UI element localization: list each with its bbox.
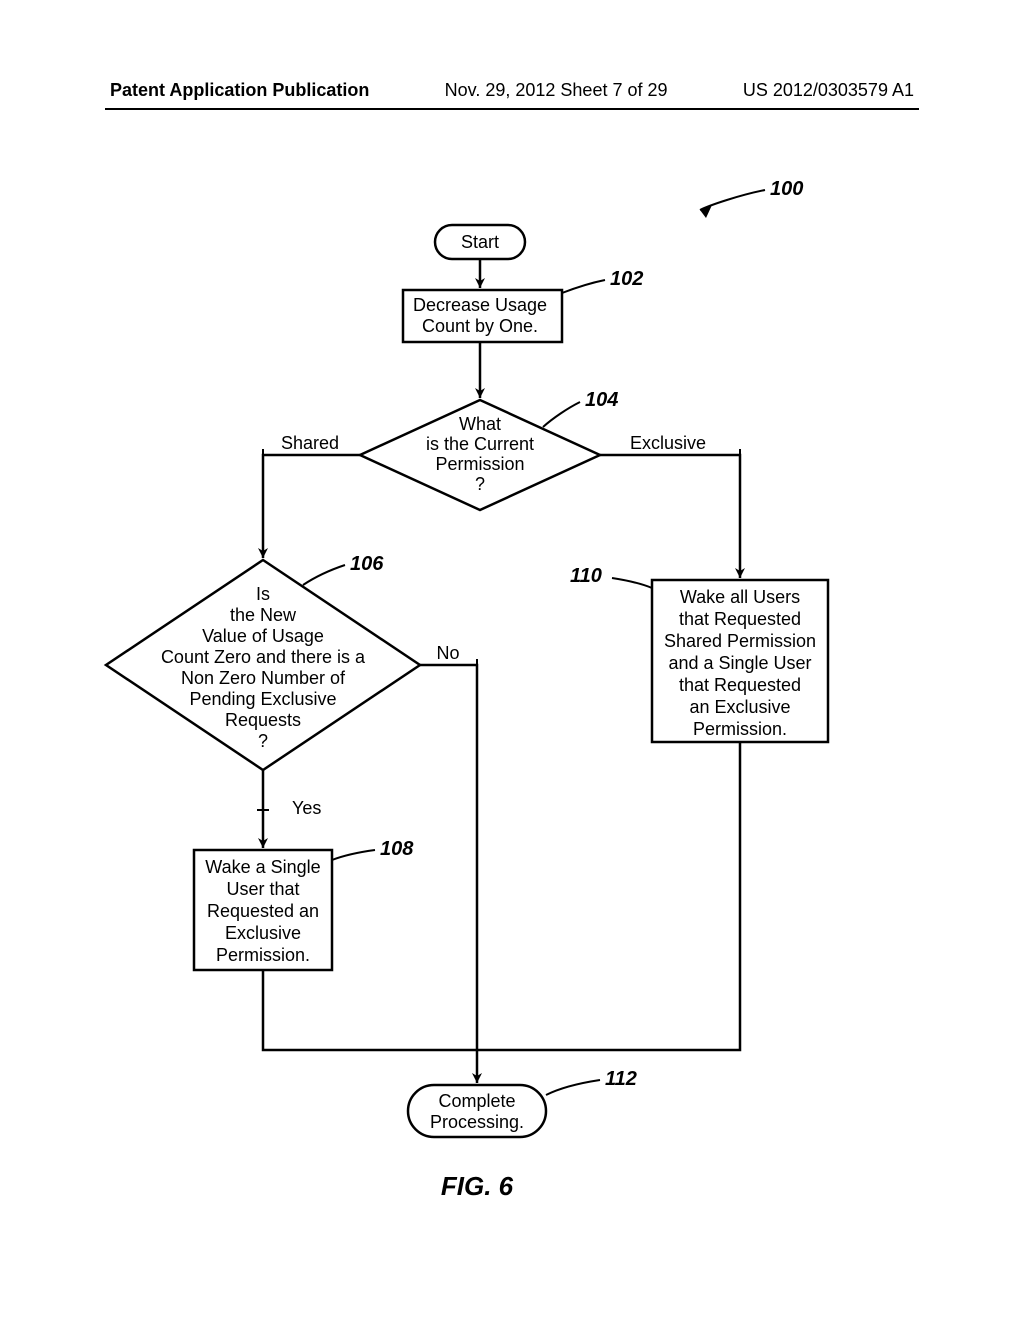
ref-110: 110 [570,565,652,588]
b110-l3: Shared Permission [664,631,816,651]
b108-l2: User that [226,879,299,899]
b110-l4: and a Single User [668,653,811,673]
ref-112-text: 112 [605,1068,637,1090]
d104-l4: ? [475,474,485,494]
d104-l3: Permission [435,454,524,474]
ref-112: 112 [546,1068,637,1095]
d104-l2: is the Current [426,434,534,454]
b108-l1: Wake a Single [205,857,320,877]
ref-108: 108 [332,838,414,860]
ref-104: 104 [543,389,618,427]
d106-l4: Count Zero and there is a [161,647,366,667]
b108-l5: Permission. [216,945,310,965]
header-left: Patent Application Publication [110,80,369,101]
edge-108-junction [263,970,477,1050]
edge-104-shared: Shared [263,433,360,558]
ref-110-text: 110 [570,565,602,587]
d106-l3: Value of Usage [202,626,324,646]
ref-100-text: 100 [770,178,803,200]
ref-102: 102 [562,268,643,293]
diamond-104: What is the Current Permission ? [360,400,600,510]
b110-l1: Wake all Users [680,587,800,607]
edge-106-no: No [420,643,477,1050]
box-108: Wake a Single User that Requested an Exc… [194,850,332,970]
ref-108-text: 108 [380,838,414,860]
b108-l3: Requested an [207,901,319,921]
end-l2: Processing. [430,1112,524,1132]
end-node: Complete Processing. [408,1085,546,1137]
d106-l2: the New [230,605,297,625]
d106-l1: Is [256,584,270,604]
start-node: Start [435,225,525,259]
d106-l6: Pending Exclusive [189,689,336,709]
b108-l4: Exclusive [225,923,301,943]
ref-102-text: 102 [610,268,643,290]
diamond-106: Is the New Value of Usage Count Zero and… [106,560,420,770]
ref-104-text: 104 [585,389,618,411]
edge-shared-label: Shared [281,433,339,453]
b110-l6: an Exclusive [689,697,790,717]
box-110: Wake all Users that Requested Shared Per… [652,580,828,742]
box-102: Decrease Usage Count by One. [403,290,562,342]
d106-l8: ? [258,731,268,751]
box102-l2: Count by One. [422,316,538,336]
b110-l5: that Requested [679,675,801,695]
b110-l7: Permission. [693,719,787,739]
d104-l1: What [459,414,501,434]
edge-no-label: No [436,643,459,663]
edge-104-exclusive: Exclusive [600,433,740,578]
ref-106: 106 [303,553,384,585]
edge-106-yes: Yes [257,770,321,848]
box102-l1: Decrease Usage [413,295,547,315]
start-text: Start [461,232,499,252]
ref-100: 100 [700,178,803,218]
edge-exclusive-label: Exclusive [630,433,706,453]
b110-l2: that Requested [679,609,801,629]
flowchart: 100 Start Decrease Usage Count by One. 1… [0,110,1024,1210]
d106-l7: Requests [225,710,301,730]
header-right: US 2012/0303579 A1 [743,80,914,101]
header-center: Nov. 29, 2012 Sheet 7 of 29 [445,80,668,101]
page-header: Patent Application Publication Nov. 29, … [0,80,1024,101]
edge-yes-label: Yes [292,798,321,818]
ref-106-text: 106 [350,553,384,575]
edge-110-junction [477,742,740,1050]
d106-l5: Non Zero Number of [181,668,346,688]
end-l1: Complete [438,1091,515,1111]
figure-label: FIG. 6 [441,1171,514,1201]
